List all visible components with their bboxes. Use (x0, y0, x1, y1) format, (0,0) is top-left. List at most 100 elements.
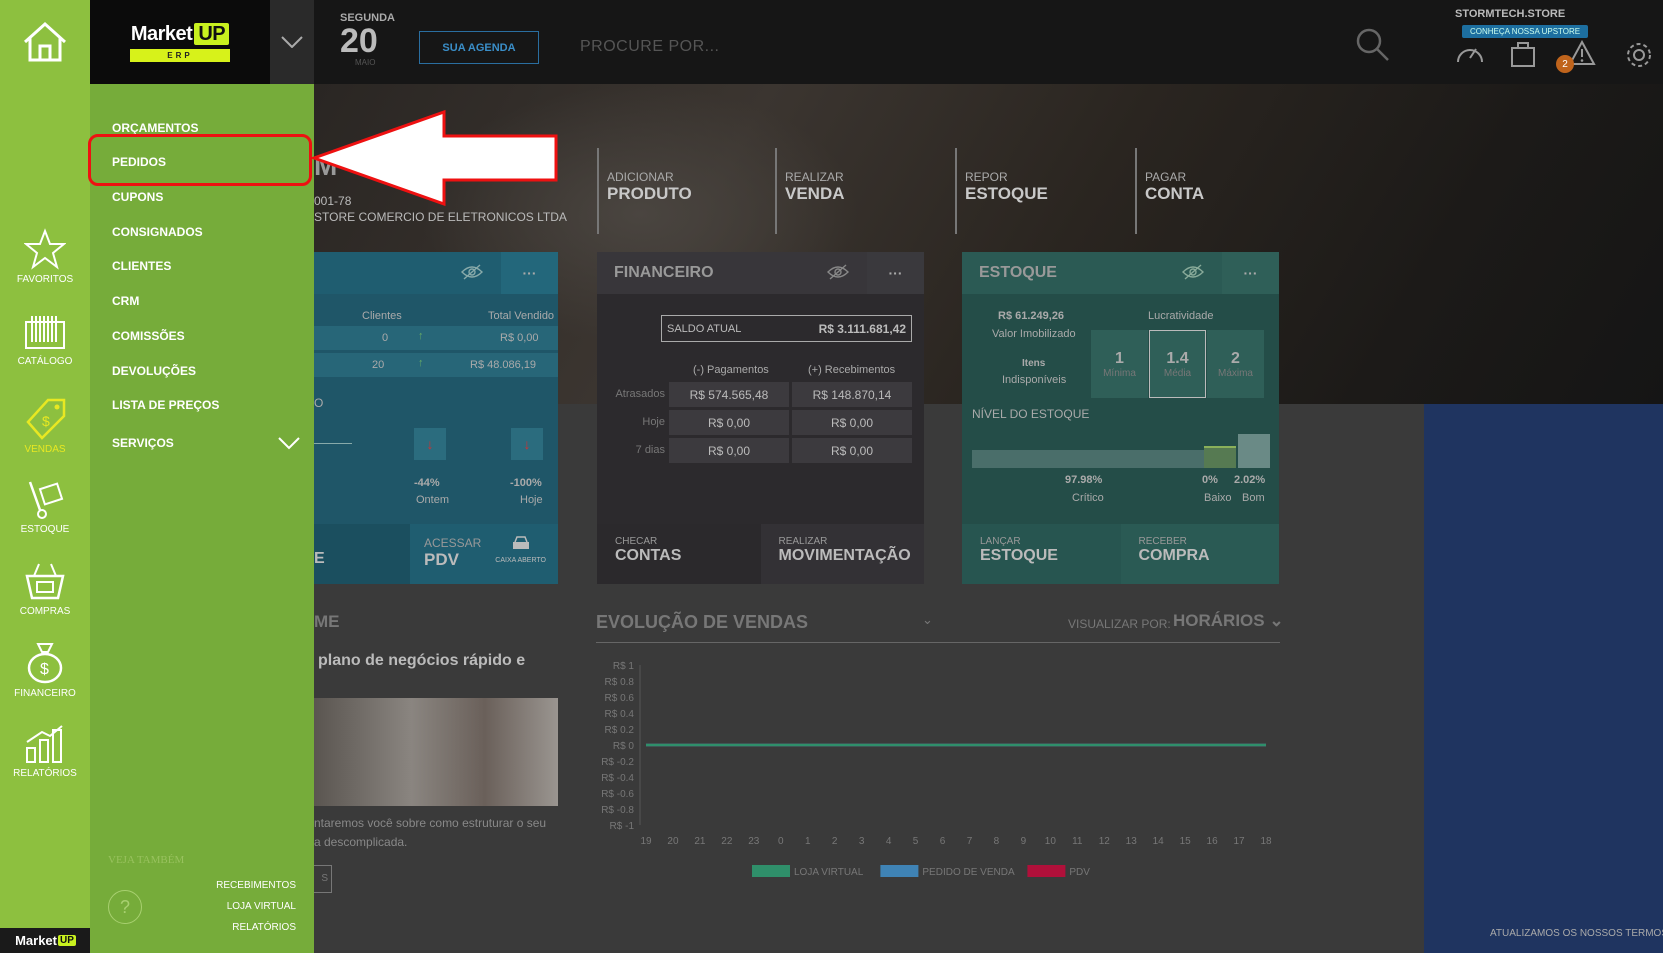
sales-card-footer: E ACESSAR PDV CAIXA ABERTO (314, 524, 558, 584)
marketup-logo[interactable]: Market UP ERP (90, 0, 270, 84)
more-options-button[interactable]: ··· (867, 252, 924, 294)
rail-item-financeiro[interactable]: $ FINANCEIRO (0, 640, 90, 699)
profit-min-label: Mínima (1103, 367, 1136, 379)
access-pdv-button[interactable]: ACESSAR PDV CAIXA ABERTO (410, 524, 558, 584)
row-label: 7 dias (635, 444, 665, 456)
launch-stock-button[interactable]: LANÇAR ESTOQUE (962, 524, 1121, 584)
submenu-item-consignados[interactable]: CONSIGNADOS (112, 225, 203, 239)
receive-purchase-button[interactable]: RECEBER COMPRA (1120, 524, 1279, 584)
chevron-down-icon[interactable]: ⌄ (922, 612, 933, 628)
hide-eye-icon[interactable] (1182, 264, 1204, 285)
see-also-loja-virtual[interactable]: LOJA VIRTUAL (227, 901, 296, 912)
stock-level-label: NÍVEL DO ESTOQUE (972, 407, 1090, 421)
stock-low-bar (1204, 446, 1236, 468)
make-transaction-button[interactable]: REALIZAR MOVIMENTAÇÃO (760, 524, 924, 584)
row-label: Hoje (642, 416, 665, 428)
upstore-badge[interactable]: CONHEÇA NOSSA UPSTORE (1462, 25, 1589, 38)
gear-icon[interactable] (1624, 40, 1654, 75)
x-tick-label: 10 (1045, 836, 1057, 847)
help-icon[interactable]: ? (108, 890, 142, 924)
search-input[interactable]: PROCURE POR... (580, 38, 719, 56)
basket-icon (25, 563, 65, 600)
submenu-item-orcamentos[interactable]: ORÇAMENTOS (112, 121, 198, 135)
check-accounts-button[interactable]: CHECAR CONTAS (597, 524, 761, 584)
see-also-relatorios[interactable]: RELATÓRIOS (232, 922, 296, 933)
hide-eye-icon[interactable] (827, 264, 849, 285)
divider (314, 443, 352, 444)
chevron-down-icon[interactable] (278, 436, 300, 455)
search-icon[interactable] (1355, 27, 1391, 68)
terms-update-notice[interactable]: ATUALIZAMOS OS NOSSOS TERMOS (1490, 928, 1663, 939)
agenda-button[interactable]: SUA AGENDA (419, 31, 539, 64)
quick-label-bottom: PRODUTO (607, 184, 692, 203)
chevron-down-icon (281, 36, 303, 48)
col-payments: (-) Pagamentos (693, 364, 769, 376)
finance-card: FINANCEIRO ··· SALDO ATUAL R$ 3.111.681,… (597, 252, 924, 584)
footer-left[interactable]: E (314, 524, 410, 584)
stock-card: ESTOQUE ··· R$ 61.249,26 Valor Imobiliza… (962, 252, 1279, 584)
legend-label[interactable]: PDV (1069, 867, 1090, 878)
money-bag-icon: $ (27, 643, 63, 684)
profit-avg-value: 1.4 (1166, 349, 1189, 367)
x-tick-label: 5 (913, 836, 919, 847)
divider (596, 642, 1280, 643)
date-day-number: 20 (340, 22, 378, 60)
up-arrow-icon: ↑ (418, 357, 424, 369)
good-label: Bom (1242, 492, 1265, 504)
quick-restock[interactable]: REPOR ESTOQUE (955, 148, 1048, 234)
rail-item-catalogo[interactable]: CATÁLOGO (0, 314, 90, 367)
submenu-item-devolucoes[interactable]: DEVOLUÇÕES (112, 364, 196, 378)
hide-eye-icon[interactable] (461, 264, 483, 285)
submenu-item-servicos[interactable]: SERVIÇOS (112, 436, 174, 450)
submenu-item-clientes[interactable]: CLIENTES (112, 259, 171, 273)
rail-item-favoritos[interactable]: FAVORITOS (0, 228, 90, 285)
y-tick-label: R$ 1 (613, 661, 635, 672)
x-tick-label: 9 (1021, 836, 1027, 847)
article-heading[interactable]: plano de negócios rápido e (318, 652, 525, 670)
notification-count-badge[interactable]: 2 (1556, 55, 1574, 73)
pct-yesterday-label: Ontem (416, 494, 450, 506)
register-status: CAIXA ABERTO (495, 536, 546, 564)
home-icon (23, 21, 67, 62)
quick-pay-bill[interactable]: PAGAR CONTA (1135, 148, 1204, 234)
pct-yesterday: -44% (414, 477, 440, 489)
x-tick-label: 7 (967, 836, 973, 847)
card-title: ESTOQUE (979, 264, 1057, 281)
expand-menu-button[interactable] (270, 0, 314, 84)
sales-evolution-title: EVOLUÇÃO DE VENDAS (596, 612, 809, 632)
see-also-recebimentos[interactable]: RECEBIMENTOS (216, 880, 296, 891)
home-button[interactable] (0, 0, 90, 84)
rail-item-estoque[interactable]: ESTOQUE (0, 480, 90, 535)
footer-bottom: CONTAS (615, 547, 682, 564)
submenu-item-comissoes[interactable]: COMISSÕES (112, 329, 185, 343)
more-options-button[interactable]: ··· (1222, 252, 1279, 294)
sales-card: ··· Clientes Total Vendido 0 ↑ R$ 0,00 2… (314, 252, 558, 584)
rail-item-relatorios[interactable]: RELATÓRIOS (0, 724, 90, 779)
legend-label[interactable]: PEDIDO DE VENDA (922, 867, 1015, 878)
card-title: FINANCEIRO (614, 264, 714, 281)
quick-label-bottom: CONTA (1145, 184, 1205, 203)
low-pct: 0% (1202, 474, 1218, 486)
speedometer-icon[interactable] (1455, 40, 1485, 71)
x-tick-label: 3 (859, 836, 865, 847)
more-options-button[interactable]: ··· (501, 252, 558, 294)
payments-7days: R$ 0,00 (669, 438, 789, 463)
legend-label[interactable]: LOJA VIRTUAL (794, 867, 864, 878)
store-name[interactable]: STORMTECH.STORE (1455, 8, 1565, 20)
store-icon[interactable] (1510, 40, 1536, 73)
submenu-item-crm[interactable]: CRM (112, 294, 139, 308)
view-by-select[interactable]: HORÁRIOS ⌄ (1173, 611, 1284, 631)
quick-label-top: ADICIONAR (607, 170, 674, 184)
y-tick-label: R$ 0 (613, 741, 635, 752)
quick-add-product[interactable]: ADICIONAR PRODUTO (597, 148, 692, 234)
rail-item-vendas[interactable]: $ VENDAS (0, 396, 90, 455)
x-tick-label: 13 (1126, 836, 1138, 847)
submenu-item-cupons[interactable]: CUPONS (112, 190, 163, 204)
rail-footer-logo: Market UP (0, 928, 90, 953)
submenu-item-lista-precos[interactable]: LISTA DE PREÇOS (112, 398, 219, 412)
legend-swatch (1027, 865, 1066, 877)
quick-make-sale[interactable]: REALIZAR VENDA (775, 148, 845, 234)
profit-max-value: 2 (1231, 349, 1240, 367)
rail-item-compras[interactable]: COMPRAS (0, 560, 90, 617)
table-row: R$ 574.565,48 R$ 148.870,14 (669, 382, 912, 407)
